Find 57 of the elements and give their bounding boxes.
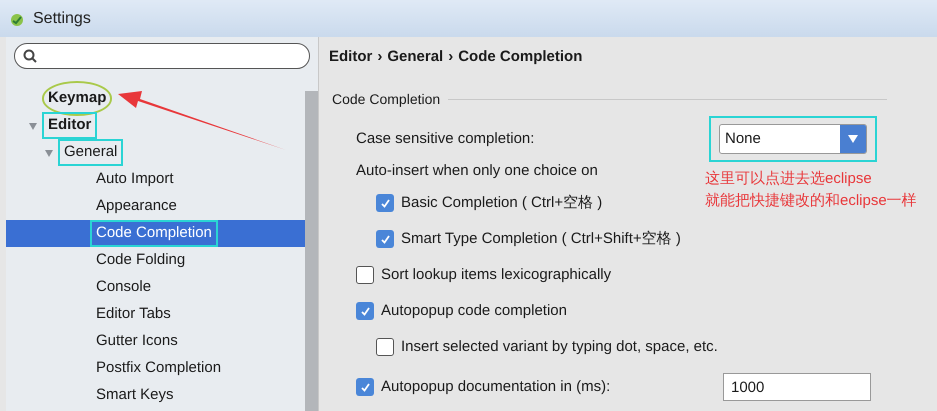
tree-item[interactable]: Postfix Completion: [6, 355, 305, 382]
checkbox-label: Insert selected variant by typing dot, space, etc.: [401, 336, 718, 357]
checkbox-label: Autopopup documentation in (ms):: [381, 376, 610, 397]
breadcrumb-separator: ›: [377, 46, 382, 67]
breadcrumb-item[interactable]: Editor: [329, 46, 372, 68]
tree-item-label: Gutter Icons: [96, 331, 178, 352]
tree-item[interactable]: Keymap: [6, 85, 305, 112]
tree-item[interactable]: Editor: [6, 112, 305, 139]
checkbox-label: Basic Completion ( Ctrl+空格 ): [401, 192, 602, 213]
tree-item-label: Editor: [48, 115, 92, 136]
expand-triangle-icon[interactable]: [44, 148, 54, 158]
tree-item-label: Code Folding: [96, 250, 186, 270]
checkmark-icon: [360, 306, 370, 316]
checkbox[interactable]: [376, 194, 394, 212]
breadcrumb-item[interactable]: Code Completion: [458, 46, 582, 68]
checkbox-label: Sort lookup items lexicographically: [381, 264, 612, 285]
window-title: Settings: [33, 8, 91, 28]
tree-item-label: General: [64, 142, 118, 162]
search-field[interactable]: [14, 43, 310, 69]
checkmark-icon: [380, 198, 390, 208]
tree-item[interactable]: Appearance: [6, 193, 305, 220]
option-label: Auto-insert when only one choice on: [356, 160, 598, 181]
option-label: Case sensitive completion:: [356, 128, 534, 149]
tree-item-label: Editor Tabs: [96, 304, 171, 324]
tree-item-label: Postfix Completion: [96, 358, 222, 378]
search-icon: [23, 49, 37, 63]
scrollbar[interactable]: [305, 91, 318, 411]
expand-triangle-icon[interactable]: [28, 120, 38, 130]
section-title: Code Completion: [332, 90, 440, 109]
checkbox[interactable]: [356, 378, 374, 396]
tree-item[interactable]: Auto Import: [6, 166, 305, 193]
tree-item[interactable]: Editor Tabs: [6, 301, 305, 328]
tree-item-label: Code Completion: [96, 223, 212, 244]
checkbox-label: Autopopup code completion: [381, 300, 567, 321]
tree-item[interactable]: Code Completion: [6, 220, 305, 247]
tree-item-label: Smart Keys: [96, 385, 174, 406]
tree-item-label: Appearance: [96, 196, 177, 216]
breadcrumb-item[interactable]: General: [387, 46, 444, 68]
checkbox[interactable]: [376, 230, 394, 248]
checkbox-label: Smart Type Completion ( Ctrl+Shift+空格 ): [401, 228, 681, 249]
annotation-note: 这里可以点进去选eclipse 就能把快捷键改的和eclipse一样: [705, 169, 917, 211]
tree-item-label: Auto Import: [96, 169, 174, 190]
tree-item[interactable]: General: [6, 139, 305, 166]
checkmark-icon: [360, 382, 370, 392]
checkmark-icon: [380, 234, 390, 244]
tree-item[interactable]: Smart Keys: [6, 382, 305, 409]
breadcrumb-separator: ›: [448, 46, 454, 67]
checkbox[interactable]: [376, 338, 394, 356]
checkbox[interactable]: [356, 266, 374, 284]
tree-item[interactable]: Gutter Icons: [6, 328, 305, 355]
dropdown[interactable]: None: [719, 124, 867, 154]
tree-item-label: Console: [96, 277, 152, 298]
tree-item[interactable]: Code Folding: [6, 247, 305, 274]
checkbox[interactable]: [356, 302, 374, 320]
tree-item[interactable]: Console: [6, 274, 305, 301]
tree-item-label: Keymap: [48, 88, 106, 108]
input-field[interactable]: 1000: [723, 373, 871, 401]
